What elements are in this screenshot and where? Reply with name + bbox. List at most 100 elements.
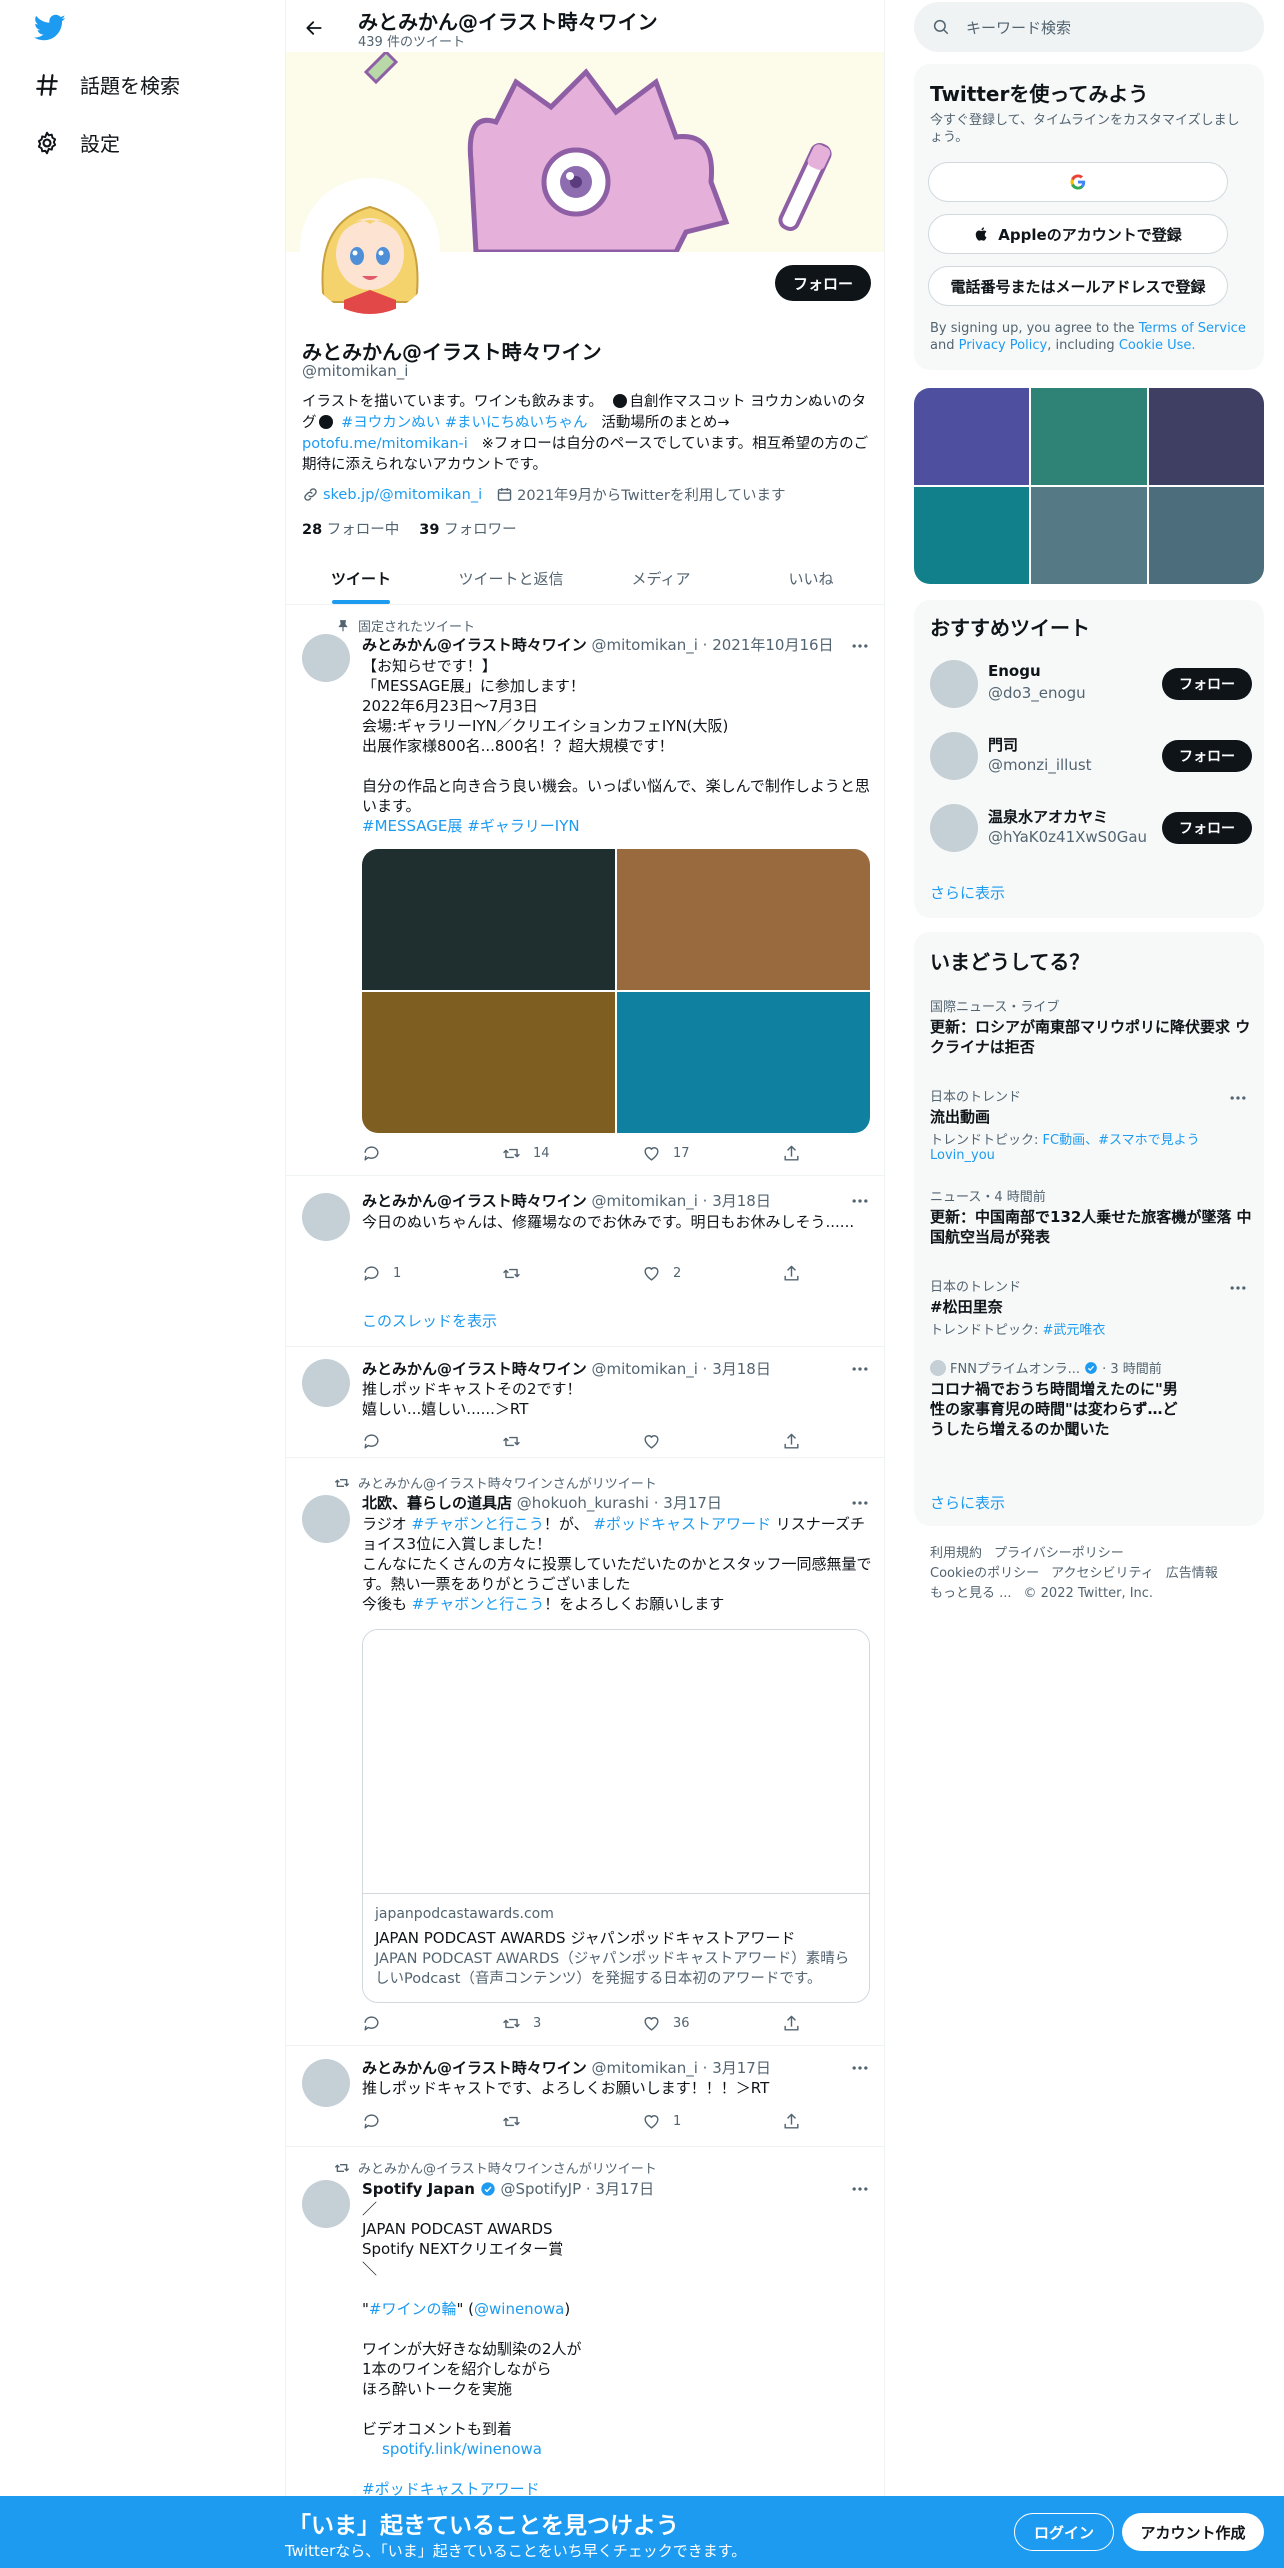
media-thumbnail[interactable] xyxy=(1031,487,1147,584)
more-icon[interactable] xyxy=(850,1493,870,1513)
account-avatar[interactable] xyxy=(930,660,978,708)
bio-hashtag-1[interactable]: #ヨウカンぬい xyxy=(341,415,440,431)
hashtag-link[interactable]: #ワインの輪 xyxy=(369,2300,457,2318)
like-button[interactable]: 17 xyxy=(642,1144,752,1163)
hashtag-link[interactable]: #ポッドキャストアワード xyxy=(593,1515,771,1533)
follow-button[interactable]: フォロー xyxy=(1162,740,1252,772)
show-more-trends-link[interactable]: さらに表示 xyxy=(930,1492,1005,1513)
share-button[interactable] xyxy=(782,1432,802,1451)
google-signup-button[interactable] xyxy=(928,162,1228,202)
nav-explore[interactable]: 話題を検索 xyxy=(34,70,180,99)
hashtag-link[interactable]: #ギャラリーIYN xyxy=(467,817,579,835)
tweet-5[interactable]: みとみかん@イラスト時々ワイン @mitomikan_i · 3月17日 推しポ… xyxy=(286,2047,884,2147)
tweet-media[interactable] xyxy=(362,849,870,1133)
trend-item[interactable]: ニュース・4 時間前 更新：中国南部で132人乗せた旅客機が墜落 中国航空当局が… xyxy=(930,1186,1252,1247)
recommended-account[interactable]: Enogu @do3_enogu フォロー xyxy=(930,656,1252,712)
retweet-button[interactable] xyxy=(502,1432,612,1451)
footer-link[interactable]: アクセシビリティ xyxy=(1051,1566,1154,1581)
tweet-author[interactable]: みとみかん@イラスト時々ワイン xyxy=(362,2059,587,2077)
footer-more-link[interactable]: もっと見る ... xyxy=(930,1586,1012,1601)
tweet-2[interactable]: みとみかん@イラスト時々ワイン @mitomikan_i · 3月18日 今日の… xyxy=(286,1177,884,1347)
like-button[interactable]: 2 xyxy=(642,1264,752,1283)
media-image-1[interactable] xyxy=(362,849,615,990)
account-avatar[interactable] xyxy=(930,804,978,852)
tweet-author[interactable]: みとみかん@イラスト時々ワイン xyxy=(362,1192,587,1210)
footer-link[interactable]: プライバシーポリシー xyxy=(994,1546,1124,1561)
recommended-account[interactable]: 温泉水アオカヤミ @hYaK0z41XwS0Gau フォロー xyxy=(930,800,1252,856)
tweet-retweet-4[interactable]: みとみかん@イラスト時々ワインさんがリツイート 北欧、暮らしの道具店 @hoku… xyxy=(286,1459,884,2046)
share-button[interactable] xyxy=(782,1264,802,1283)
tweet-avatar[interactable] xyxy=(302,2180,350,2228)
retweet-button[interactable] xyxy=(502,2112,612,2131)
share-button[interactable] xyxy=(782,2014,802,2033)
reply-button[interactable] xyxy=(362,1432,472,1451)
external-link[interactable]: spotify.link/winenowa xyxy=(382,2440,542,2458)
footer-link[interactable]: Cookieのポリシー xyxy=(930,1566,1039,1581)
tab-tweets[interactable]: ツイート xyxy=(286,552,436,604)
back-button[interactable] xyxy=(296,10,332,46)
like-button[interactable]: 1 xyxy=(642,2112,752,2131)
privacy-link[interactable]: Privacy Policy xyxy=(959,338,1048,353)
link-card[interactable]: japanpodcastawards.com JAPAN PODCAST AWA… xyxy=(362,1629,870,2003)
nav-settings[interactable]: 設定 xyxy=(34,128,120,157)
follow-button[interactable]: フォロー xyxy=(775,265,871,301)
bio-hashtag-2[interactable]: #まいにちぬいちゃん xyxy=(445,415,588,431)
more-icon[interactable] xyxy=(850,1359,870,1379)
mention-link[interactable]: @winenowa xyxy=(474,2300,564,2318)
share-button[interactable] xyxy=(782,1144,802,1163)
follow-button[interactable]: フォロー xyxy=(1162,668,1252,700)
account-avatar[interactable] xyxy=(930,732,978,780)
reply-button[interactable] xyxy=(362,2014,472,2033)
like-button[interactable] xyxy=(642,1432,752,1451)
followers-count[interactable]: 39 フォロワー xyxy=(419,518,516,539)
card-image[interactable] xyxy=(363,1630,869,1894)
tab-media[interactable]: メディア xyxy=(586,552,736,604)
tweet-avatar[interactable] xyxy=(302,2059,350,2107)
retweet-button[interactable]: 14 xyxy=(502,1144,612,1163)
retweet-button[interactable]: 3 xyxy=(502,2014,612,2033)
media-image-4[interactable] xyxy=(617,992,870,1133)
search-bar[interactable]: キーワード検索 xyxy=(914,2,1264,52)
apple-signup-button[interactable]: Appleのアカウントで登録 xyxy=(928,214,1228,254)
follow-button[interactable]: フォロー xyxy=(1162,812,1252,844)
tweet-avatar[interactable] xyxy=(302,1193,350,1241)
tab-tweets-replies[interactable]: ツイートと返信 xyxy=(436,552,586,604)
media-preview-grid[interactable] xyxy=(914,388,1264,584)
profile-avatar[interactable] xyxy=(300,178,440,318)
tweet-author[interactable]: 北欧、暮らしの道具店 xyxy=(362,1494,512,1512)
recommended-account[interactable]: 門司 @monzi_illust フォロー xyxy=(930,728,1252,784)
media-thumbnail[interactable] xyxy=(914,487,1030,584)
reply-button[interactable] xyxy=(362,1144,472,1163)
share-button[interactable] xyxy=(782,2112,802,2131)
search-input[interactable]: キーワード検索 xyxy=(966,17,1071,38)
tweet-author[interactable]: みとみかん@イラスト時々ワイン xyxy=(362,1360,587,1378)
more-icon[interactable] xyxy=(850,1191,870,1211)
more-icon[interactable] xyxy=(1228,1278,1248,1298)
tweet-author[interactable]: みとみかん@イラスト時々ワイン xyxy=(362,636,587,654)
tweet-author[interactable]: Spotify Japan xyxy=(362,2180,475,2198)
show-thread-link[interactable]: このスレッドを表示 xyxy=(362,1310,497,1331)
reply-button[interactable]: 1 xyxy=(362,1264,472,1283)
following-count[interactable]: 28 フォロー中 xyxy=(302,518,399,539)
media-thumbnail[interactable] xyxy=(1031,388,1147,485)
trend-item[interactable]: 国際ニュース・ライブ 更新：ロシアが南東部マリウポリに降伏要求 ウクライナは拒否 xyxy=(930,996,1252,1057)
tweet-avatar[interactable] xyxy=(302,634,350,682)
create-account-button[interactable]: アカウント作成 xyxy=(1122,2513,1264,2551)
media-image-2[interactable] xyxy=(617,849,870,990)
profile-website[interactable]: skeb.jp/@mitomikan_i xyxy=(323,487,482,503)
footer-link[interactable]: 広告情報 xyxy=(1166,1566,1218,1581)
media-thumbnail[interactable] xyxy=(1148,487,1264,584)
tab-likes[interactable]: いいね xyxy=(736,552,884,604)
cookie-link[interactable]: Cookie Use. xyxy=(1119,338,1196,353)
tweet-avatar[interactable] xyxy=(302,1359,350,1407)
trend-item[interactable]: 日本のトレンド #松田里奈 トレンドトピック: #武元唯衣 xyxy=(930,1276,1252,1338)
footer-link[interactable]: 利用規約 xyxy=(930,1546,982,1561)
hashtag-link[interactable]: #MESSAGE展 xyxy=(362,817,462,835)
more-icon[interactable] xyxy=(850,2058,870,2078)
more-icon[interactable] xyxy=(1228,1088,1248,1108)
media-thumbnail[interactable] xyxy=(914,388,1030,485)
like-button[interactable]: 36 xyxy=(642,2014,752,2033)
retweet-button[interactable] xyxy=(502,1264,612,1283)
login-button[interactable]: ログイン xyxy=(1014,2513,1114,2551)
tweet-pinned[interactable]: 固定されたツイート みとみかん@イラスト時々ワイン @mitomikan_i ·… xyxy=(286,606,884,1176)
